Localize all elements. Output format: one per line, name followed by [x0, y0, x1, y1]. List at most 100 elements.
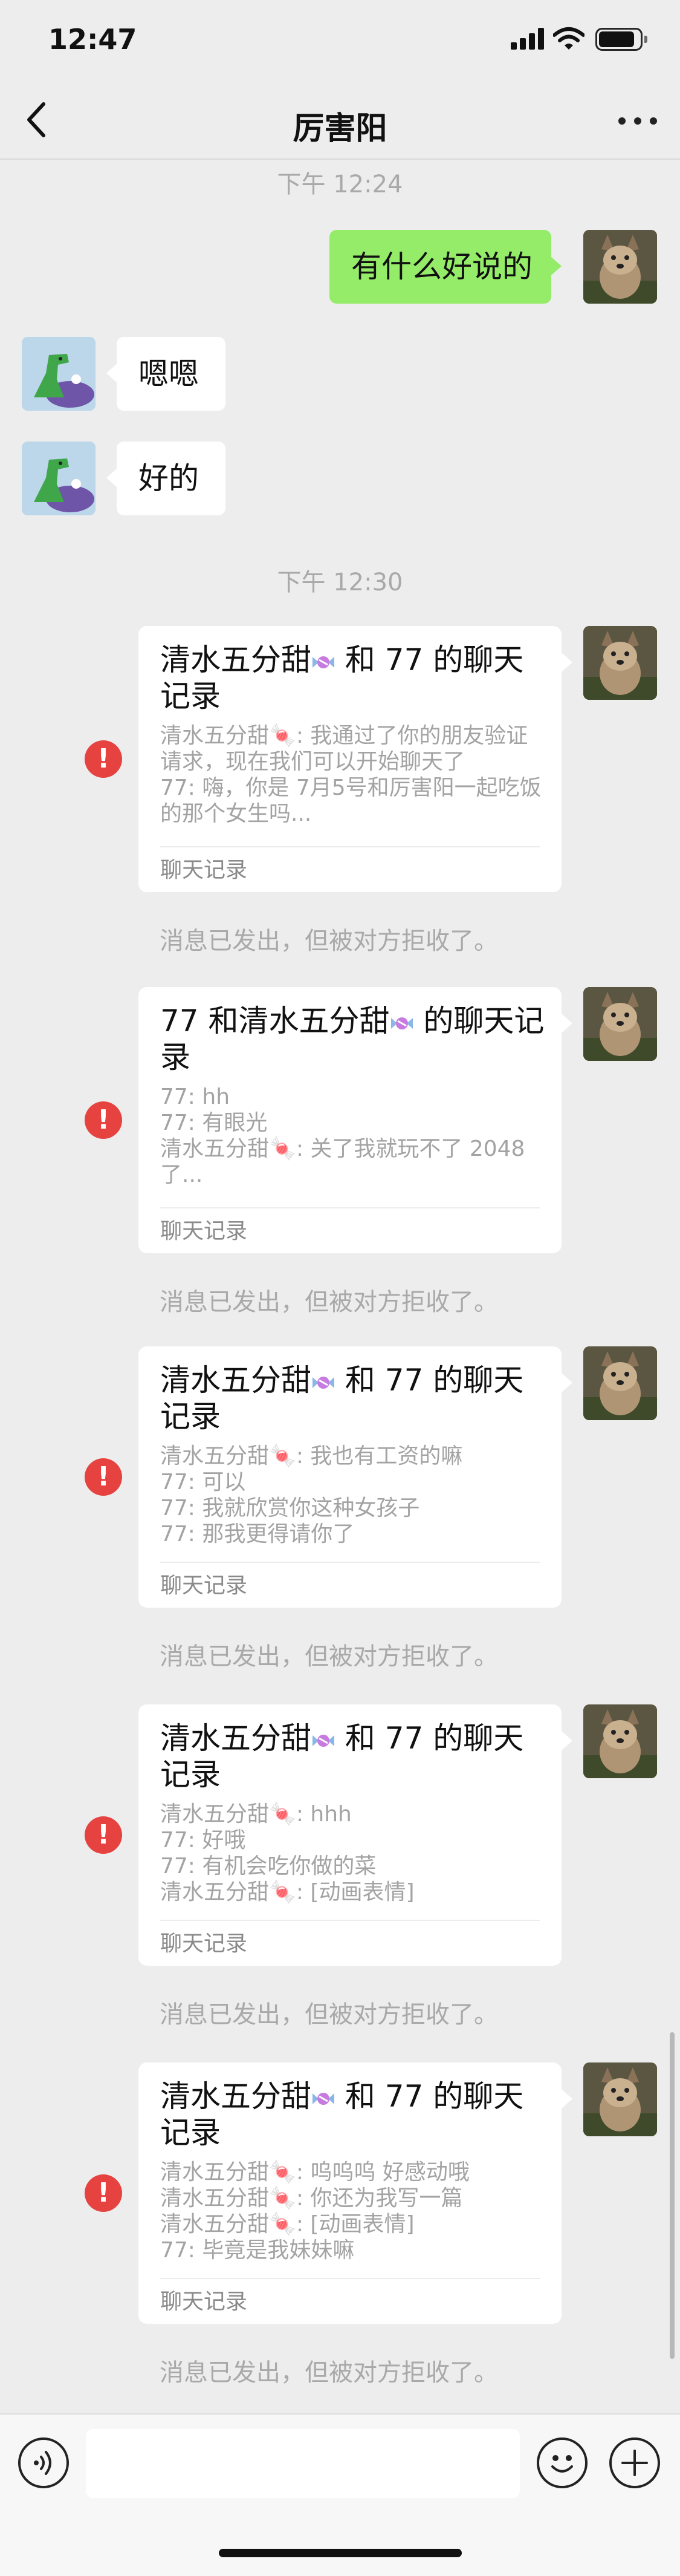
record-preview-line: 77: hh — [160, 1084, 230, 1109]
incoming-message[interactable]: 好的 — [117, 442, 225, 515]
rejected-notice: 消息已发出，但被对方拒收了。 — [160, 927, 498, 955]
record-preview-line: 77: 可以 — [160, 1470, 246, 1495]
record-preview-line: 77: 那我更得请你了 — [160, 1522, 355, 1547]
bubble-tail — [106, 468, 117, 487]
bubble-tail — [106, 364, 117, 383]
bubble-tail — [562, 1373, 572, 1392]
plus-button[interactable] — [609, 2437, 660, 2488]
plus-icon — [621, 2450, 648, 2476]
dog-avatar-image — [583, 1346, 657, 1420]
record-preview: 清水五分甜🍬: 我也有工资的嘛 77: 可以 77: 我就欣赏你这种女孩子 77: 那… — [160, 1443, 547, 1547]
record-preview-line: 清水五分甜🍬: 关了我就玩不了 2048 了... — [160, 1136, 525, 1187]
record-preview-line: 77: 我就欣赏你这种女孩子 — [160, 1496, 420, 1521]
rejected-notice: 消息已发出，但被对方拒收了。 — [160, 2001, 498, 2029]
record-preview-line: 77: 有机会吃你做的菜 — [160, 1854, 377, 1879]
record-preview-line: 77: 毕竟是我妹妹嘛 — [160, 2238, 355, 2263]
record-footer: 聊天记录 — [160, 1920, 540, 1966]
record-footer: 聊天记录 — [160, 846, 540, 892]
record-preview-line: 清水五分甜🍬: 我也有工资的嘛 — [160, 1444, 463, 1469]
dog-avatar-image — [583, 1704, 657, 1778]
dog-avatar-image — [583, 2062, 657, 2136]
record-preview: 清水五分甜🍬: hhh 77: 好哦 77: 有机会吃你做的菜 清水五分甜🍬: [动画… — [160, 1801, 547, 1905]
rejected-notice: 消息已发出，但被对方拒收了。 — [160, 1288, 498, 1316]
emoji-icon — [551, 2455, 573, 2473]
chat-record-card[interactable]: 77 和清水五分甜 的聊天记录 77: hh 77: 有眼光 清水五分甜🍬: 关了我就… — [138, 987, 562, 1253]
my-avatar[interactable] — [583, 230, 657, 304]
status-icons — [490, 27, 647, 52]
bubble-tail — [562, 653, 572, 672]
dog-avatar-image — [583, 987, 657, 1061]
record-footer: 聊天记录 — [160, 2278, 540, 2324]
send-failed-icon[interactable]: ! — [85, 1816, 122, 1854]
record-footer: 聊天记录 — [160, 1207, 540, 1253]
send-failed-icon[interactable]: ! — [85, 1101, 122, 1139]
record-preview: 清水五分甜🍬: 呜呜呜 好感动哦 清水五分甜🍬: 你还为我写一篇 清水五分甜🍬: [… — [160, 2159, 547, 2263]
page-title: 厉害阳 — [293, 111, 387, 147]
dinosaur-avatar-image — [22, 337, 96, 411]
incoming-message[interactable]: 嗯嗯 — [117, 337, 225, 411]
bubble-tail — [562, 1014, 572, 1033]
my-avatar[interactable] — [583, 626, 657, 700]
chat-record-card[interactable]: 清水五分甜 和 77 的聊天记录清水五分甜🍬: 呜呜呜 好感动哦 清水五分甜🍬: … — [138, 2062, 562, 2324]
candy-icon — [311, 1374, 335, 1392]
record-preview-line: 清水五分甜🍬: 我通过了你的朋友验证请求，现在我们可以开始聊天了 — [160, 723, 528, 774]
record-title: 清水五分甜 和 77 的聊天记录 — [160, 642, 524, 714]
signal-icon — [511, 28, 545, 50]
home-indicator — [219, 2549, 462, 2557]
record-preview-line: 清水五分甜🍬: hhh — [160, 1802, 352, 1827]
rejected-notice: 消息已发出，但被对方拒收了。 — [160, 1643, 498, 1671]
record-preview-line: 77: 有眼光 — [160, 1110, 268, 1135]
voice-icon — [34, 2451, 51, 2475]
my-avatar[interactable] — [583, 1704, 657, 1778]
dog-avatar-image — [583, 626, 657, 700]
chat-record-card[interactable]: 清水五分甜 和 77 的聊天记录清水五分甜🍬: 我通过了你的朋友验证请求，现在我… — [138, 626, 562, 892]
message-input[interactable] — [86, 2429, 520, 2498]
my-avatar[interactable] — [583, 1346, 657, 1420]
candy-icon — [390, 1014, 414, 1032]
record-preview: 清水五分甜🍬: 我通过了你的朋友验证请求，现在我们可以开始聊天了 77: 嗨，你是… — [160, 723, 547, 827]
send-failed-icon[interactable]: ! — [85, 2174, 122, 2212]
chat-record-card[interactable]: 清水五分甜 和 77 的聊天记录清水五分甜🍬: hhh 77: 好哦 77: 有机会… — [138, 1704, 562, 1966]
bubble-tail — [562, 2089, 572, 2108]
candy-icon — [311, 2090, 335, 2108]
record-preview-line: 清水五分甜🍬: [动画表情] — [160, 2212, 415, 2237]
my-avatar[interactable] — [583, 987, 657, 1061]
send-failed-icon[interactable]: ! — [85, 1458, 122, 1496]
record-preview: 77: hh 77: 有眼光 清水五分甜🍬: 关了我就玩不了 2048 了... — [160, 1084, 547, 1188]
dog-avatar-image — [583, 230, 657, 304]
record-preview-line: 77: 好哦 — [160, 1828, 246, 1853]
candy-icon — [311, 1732, 335, 1750]
record-title: 清水五分甜 和 77 的聊天记录 — [160, 2079, 524, 2150]
status-bar: 12:47 — [0, 0, 680, 80]
record-preview-line: 清水五分甜🍬: [动画表情] — [160, 1880, 415, 1905]
record-title: 清水五分甜 和 77 的聊天记录 — [160, 1363, 524, 1434]
record-preview-line: 清水五分甜🍬: 呜呜呜 好感动哦 — [160, 2160, 470, 2185]
dinosaur-avatar-image — [22, 442, 96, 515]
wifi-icon — [553, 27, 584, 50]
emoji-button[interactable] — [537, 2437, 588, 2488]
record-title: 77 和清水五分甜 的聊天记录 — [160, 1003, 545, 1075]
battery-icon — [595, 28, 647, 51]
input-bar — [0, 2413, 680, 2576]
record-preview-line: 77: 嗨，你是 7月5号和厉害阳一起吃饭的那个女生吗... — [160, 775, 542, 826]
my-avatar[interactable] — [583, 2062, 657, 2136]
scrollbar[interactable] — [670, 2032, 675, 2359]
timestamp: 下午 12:24 — [277, 171, 403, 198]
contact-avatar[interactable] — [22, 442, 96, 515]
chat-record-card[interactable]: 清水五分甜 和 77 的聊天记录 清水五分甜🍬: 我也有工资的嘛 77: 可以 77:… — [138, 1346, 562, 1608]
rejected-notice: 消息已发出，但被对方拒收了。 — [160, 2359, 498, 2387]
more-button[interactable] — [614, 96, 662, 144]
voice-button[interactable] — [18, 2437, 69, 2488]
contact-avatar[interactable] — [22, 337, 96, 411]
status-time: 12:47 — [48, 23, 137, 56]
record-preview-line: 清水五分甜🍬: 你还为我写一篇 — [160, 2186, 463, 2211]
timestamp: 下午 12:30 — [277, 569, 403, 596]
bubble-tail — [551, 256, 562, 276]
record-footer: 聊天记录 — [160, 1562, 540, 1608]
bubble-tail — [562, 1731, 572, 1750]
send-failed-icon[interactable]: ! — [85, 740, 122, 778]
record-title: 清水五分甜 和 77 的聊天记录 — [160, 1721, 524, 1792]
candy-icon — [311, 653, 335, 671]
outgoing-message[interactable]: 有什么好说的 — [329, 230, 551, 304]
chat-header: 厉害阳 — [0, 80, 680, 160]
